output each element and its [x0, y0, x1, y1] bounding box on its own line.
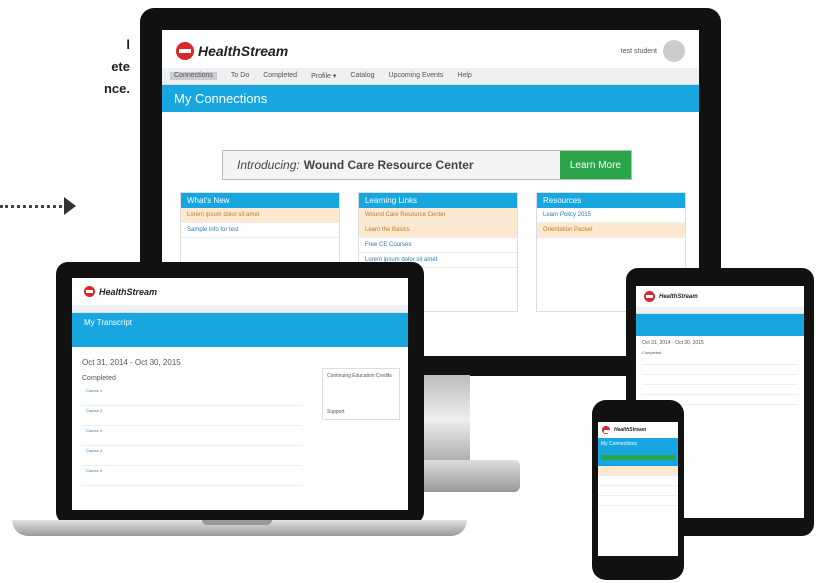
brand-name: HealthStream [659, 293, 698, 300]
table-row[interactable]: Course 4 [82, 446, 302, 466]
panel-title: Learning Links [359, 193, 517, 208]
laptop: HealthStream My Transcript Oct 31, 2014 … [56, 262, 424, 524]
logo-icon [84, 286, 95, 297]
table-row[interactable] [642, 355, 798, 365]
nav-item-todo[interactable]: To Do [231, 72, 249, 80]
brand-logo: HealthStream [176, 42, 288, 60]
text-line: l [126, 37, 130, 52]
table-row[interactable] [642, 375, 798, 385]
text-line: nce. [103, 81, 130, 96]
list-item[interactable]: Lorem ipsum dolor sit amet [181, 208, 339, 223]
list-item[interactable] [598, 486, 678, 496]
transcript-main: Oct 31, 2014 - Oct 30, 2015 Completed Co… [82, 358, 302, 486]
nav-item-completed[interactable]: Completed [263, 72, 297, 80]
nav-bar [636, 307, 804, 314]
logo-icon [602, 426, 611, 434]
promo-strip[interactable] [601, 455, 675, 460]
page-title: My Connections [601, 441, 637, 447]
list-item[interactable]: Wound Care Resource Center [359, 208, 517, 223]
nav-item-catalog[interactable]: Catalog [350, 72, 374, 80]
logo-icon [176, 42, 194, 60]
laptop-screen: HealthStream My Transcript Oct 31, 2014 … [72, 278, 408, 510]
table-row[interactable]: Course 5 [82, 466, 302, 486]
avatar[interactable] [663, 40, 685, 62]
nav-item-events[interactable]: Upcoming Events [389, 72, 444, 80]
arrow-icon [64, 197, 76, 215]
table-row[interactable]: Course 1 [82, 386, 302, 406]
nav-bar [72, 305, 408, 313]
marketing-text: l ete nce. [0, 34, 130, 100]
promo-prefix: Introducing: [237, 158, 300, 172]
ce-credits-title: Continuing Education Credits [327, 373, 392, 379]
page-banner: My Connections [598, 438, 678, 466]
brand-name: HealthStream [99, 286, 158, 297]
learn-more-button[interactable]: Learn More [559, 151, 631, 179]
dotted-line [0, 204, 62, 208]
nav-item-help[interactable]: Help [457, 72, 471, 80]
panel-title: What's New [181, 193, 339, 208]
list-item[interactable] [598, 466, 678, 476]
brand-name: HealthStream [198, 43, 289, 59]
promo-banner[interactable]: Introducing: Wound Care Resource Center … [222, 150, 632, 180]
list-item[interactable]: Learn Policy 2015 [537, 208, 685, 223]
header: HealthStream test student [162, 30, 699, 68]
support-title: Support [327, 409, 345, 415]
page-banner: My Transcript [72, 313, 408, 347]
phone: HealthStream My Connections [592, 400, 684, 580]
page-banner [636, 314, 804, 336]
panel-title: Resources [537, 193, 685, 208]
list-item[interactable] [598, 476, 678, 486]
table-row[interactable] [642, 365, 798, 375]
section-title: Completed [82, 375, 116, 382]
table-row[interactable] [642, 385, 798, 395]
list-item[interactable]: Sample info for test [181, 223, 339, 238]
text-line: ete [111, 59, 130, 74]
date-range: Oct 31, 2014 - Oct 30, 2015 [642, 340, 704, 346]
table-row[interactable]: Course 3 [82, 426, 302, 446]
nav-item-profile[interactable]: Profile ▾ [311, 72, 336, 80]
brand-logo: HealthStream [598, 422, 678, 438]
phone-screen: HealthStream My Connections [598, 422, 678, 556]
page-title: My Connections [162, 85, 699, 112]
brand-logo: HealthStream [636, 286, 804, 307]
logo-icon [644, 291, 655, 302]
nav-item-connections[interactable]: Connections [170, 72, 217, 80]
date-range: Oct 31, 2014 - Oct 30, 2015 [82, 358, 181, 367]
list-item[interactable]: Free CE Courses [359, 238, 517, 253]
list-item[interactable]: Orientation Packet [537, 223, 685, 238]
list-item[interactable]: Learn the Basics [359, 223, 517, 238]
list-item[interactable] [598, 496, 678, 506]
table-row[interactable]: Course 2 [82, 406, 302, 426]
laptop-base [12, 520, 467, 536]
brand-logo: HealthStream [72, 278, 408, 305]
sidebar-panel: Continuing Education Credits Support [322, 368, 400, 420]
brand-name: HealthStream [614, 427, 647, 433]
user-name[interactable]: test student [621, 48, 657, 55]
promo-title: Wound Care Resource Center [303, 158, 474, 172]
page-title: My Transcript [84, 318, 133, 327]
nav-bar: Connections To Do Completed Profile ▾ Ca… [162, 68, 699, 85]
